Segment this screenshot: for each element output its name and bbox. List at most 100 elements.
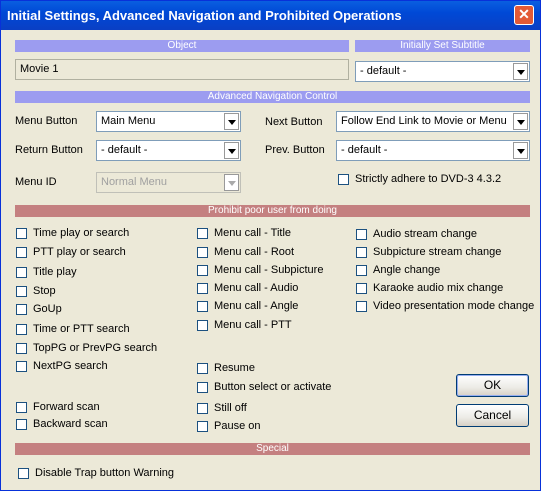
checkbox-icon[interactable] [197,381,208,393]
checkbox-label: Time play or search [33,227,130,239]
checkbox-icon[interactable] [356,300,367,312]
title-bar[interactable]: Initial Settings, Advanced Navigation an… [1,1,540,30]
advanced-nav-header: Advanced Navigation Control [15,91,530,103]
ok-button[interactable]: OK [456,374,529,397]
prohibit-menu-audio[interactable]: Menu call - Audio [197,282,298,294]
prohibit-ptt-play[interactable]: PTT play or search [16,246,126,258]
checkbox-icon[interactable] [197,246,208,258]
prohibit-menu-ptt[interactable]: Menu call - PTT [197,319,292,331]
checkbox-icon[interactable] [16,285,27,297]
checkbox-icon[interactable] [16,418,27,430]
prohibit-video-mode[interactable]: Video presentation mode change [356,300,534,312]
checkbox-label: Still off [214,402,247,414]
prev-button-select[interactable]: - default - [336,140,530,161]
subtitle-value: - default - [360,65,407,77]
checkbox-label: Resume [214,362,255,374]
prev-button-value: - default - [341,144,388,156]
checkbox-icon[interactable] [197,402,208,414]
prohibit-goup[interactable]: GoUp [16,303,62,315]
checkbox-label: Menu call - Subpicture [214,264,324,276]
chevron-down-icon[interactable] [224,142,239,159]
checkbox-label: Menu call - Angle [214,300,299,312]
prohibit-menu-angle[interactable]: Menu call - Angle [197,300,298,312]
chevron-down-icon[interactable] [513,113,528,130]
checkbox-label: Angle change [373,264,441,276]
prohibit-audio-stream[interactable]: Audio stream change [356,228,477,240]
prohibit-forward-scan[interactable]: Forward scan [16,401,100,413]
object-value: Movie 1 [20,63,59,75]
prohibit-menu-subpicture[interactable]: Menu call - Subpicture [197,264,323,276]
prohibit-stop[interactable]: Stop [16,285,56,297]
prohibit-menu-title[interactable]: Menu call - Title [197,227,291,239]
menu-button-label: Menu Button [15,115,78,127]
checkbox-label: PTT play or search [33,246,126,258]
checkbox-label: Button select or activate [214,381,332,393]
subtitle-select[interactable]: - default - [355,61,530,82]
prohibit-pause-on[interactable]: Pause on [197,420,260,432]
disable-trap-label: Disable Trap button Warning [35,467,174,479]
checkbox-icon[interactable] [16,323,27,335]
checkbox-icon[interactable] [16,227,27,239]
menu-button-select[interactable]: Main Menu [96,111,241,132]
checkbox-icon[interactable] [197,282,208,294]
return-button-select[interactable]: - default - [96,140,241,161]
prohibit-header: Prohibit poor user from doing [15,205,530,217]
checkbox-icon[interactable] [16,360,27,372]
prohibit-subpicture-stream[interactable]: Subpicture stream change [356,246,501,258]
checkbox-icon[interactable] [16,303,27,315]
next-button-value: Follow End Link to Movie or Menu [341,115,507,127]
checkbox-icon[interactable] [356,228,367,240]
subtitle-header: Initially Set Subtitle [355,40,530,52]
checkbox-icon[interactable] [16,266,27,278]
checkbox-icon[interactable] [16,342,27,354]
checkbox-icon[interactable] [197,362,208,374]
prohibit-backward-scan[interactable]: Backward scan [16,418,108,430]
menu-id-value: Normal Menu [101,176,168,188]
strict-checkbox[interactable]: Strictly adhere to DVD-3 4.3.2 [338,173,501,185]
checkbox-label: Menu call - Root [214,246,295,258]
prohibit-menu-root[interactable]: Menu call - Root [197,246,294,258]
checkbox-label: Title play [33,266,77,278]
checkbox-label: Backward scan [33,418,108,430]
prohibit-toppg-search[interactable]: TopPG or PrevPG search [16,342,157,354]
chevron-down-icon[interactable] [513,142,528,159]
prohibit-still-off[interactable]: Still off [197,402,247,414]
dialog-window: Initial Settings, Advanced Navigation an… [0,0,541,491]
prohibit-angle-change[interactable]: Angle change [356,264,440,276]
next-button-select[interactable]: Follow End Link to Movie or Menu [336,111,530,132]
chevron-down-icon[interactable] [513,63,528,80]
checkbox-icon[interactable] [356,246,367,258]
window-title: Initial Settings, Advanced Navigation an… [7,8,402,23]
checkbox-icon[interactable] [16,246,27,258]
special-header: Special [15,443,530,455]
checkbox-icon[interactable] [197,264,208,276]
next-button-label: Next Button [265,116,323,128]
close-button[interactable]: ✕ [514,5,534,25]
prohibit-karaoke-mix[interactable]: Karaoke audio mix change [356,282,503,294]
checkbox-label: Menu call - Audio [214,282,299,294]
checkbox-label: Pause on [214,420,261,432]
checkbox-icon[interactable] [356,282,367,294]
checkbox-icon[interactable] [16,401,27,413]
checkbox-icon[interactable] [197,420,208,432]
checkbox-label: Subpicture stream change [373,246,502,258]
prohibit-title-play[interactable]: Title play [16,266,77,278]
checkbox-icon[interactable] [197,319,208,331]
checkbox-icon[interactable] [197,300,208,312]
checkbox-icon[interactable] [197,227,208,239]
checkbox-label: Karaoke audio mix change [373,282,504,294]
checkbox-icon[interactable] [356,264,367,276]
prohibit-time-play[interactable]: Time play or search [16,227,129,239]
object-field: Movie 1 [15,59,349,80]
cancel-button[interactable]: Cancel [456,404,529,427]
prohibit-nextpg-search[interactable]: NextPG search [16,360,108,372]
prohibit-button-select[interactable]: Button select or activate [197,381,331,393]
checkbox-label: Stop [33,285,56,297]
prohibit-time-ptt-search[interactable]: Time or PTT search [16,323,130,335]
chevron-down-icon[interactable] [224,113,239,130]
checkbox-icon[interactable] [338,173,349,185]
checkbox-label: NextPG search [33,360,108,372]
checkbox-icon[interactable] [18,467,29,479]
disable-trap-checkbox[interactable]: Disable Trap button Warning [18,467,174,479]
prohibit-resume[interactable]: Resume [197,362,255,374]
